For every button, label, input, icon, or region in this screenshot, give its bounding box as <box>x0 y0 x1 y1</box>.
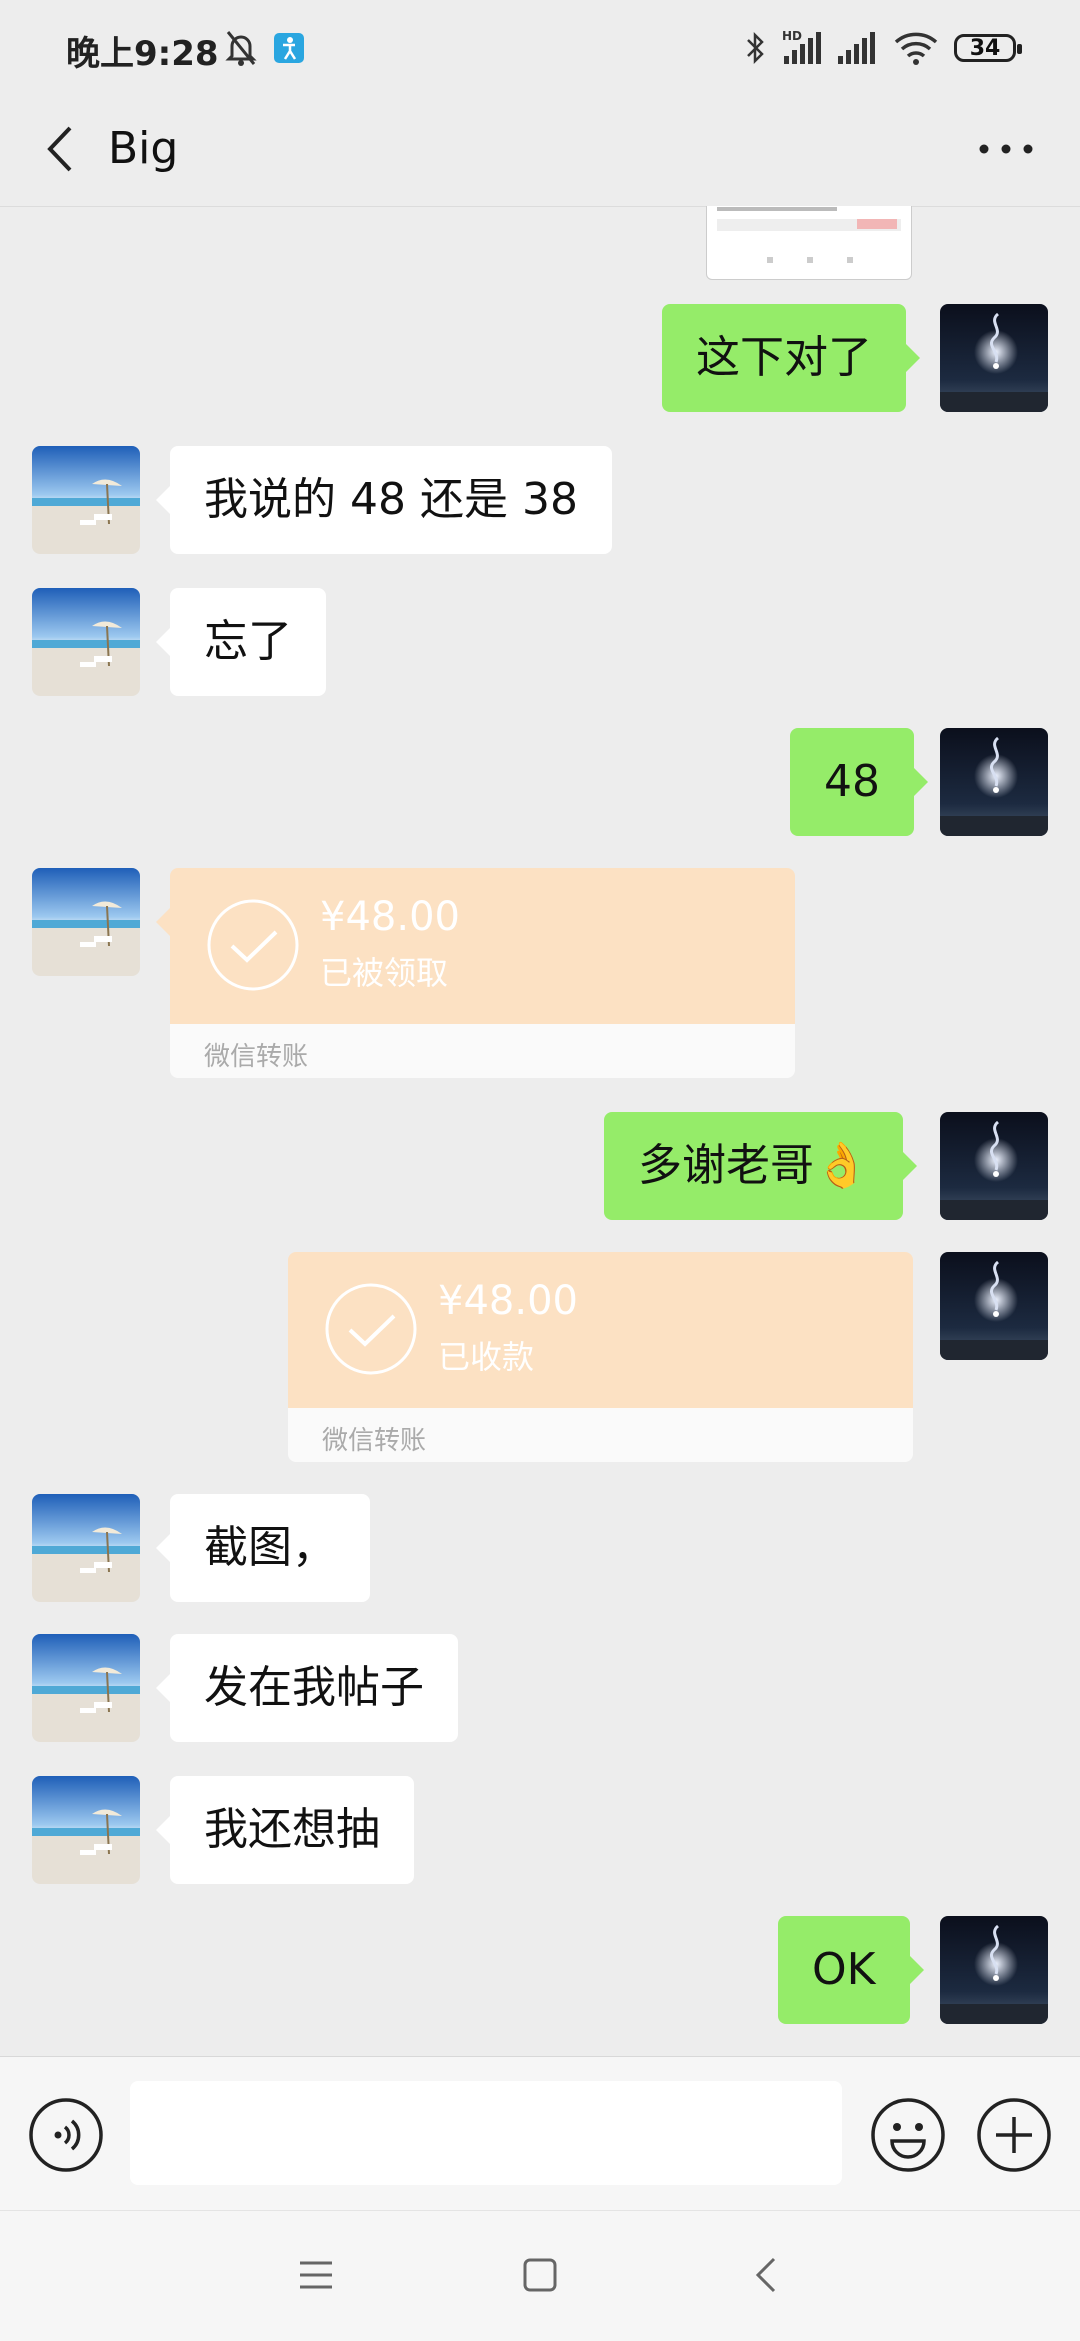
svg-text:HD: HD <box>782 29 802 43</box>
my-avatar[interactable] <box>940 1252 1048 1360</box>
message-bubble-incoming[interactable]: 忘了 <box>156 588 326 696</box>
voice-icon <box>29 2098 103 2172</box>
check-circle-icon <box>207 899 299 991</box>
message-text: 截图， <box>204 1522 336 1573</box>
signal-icon <box>836 28 880 68</box>
my-avatar[interactable] <box>940 1112 1048 1220</box>
my-avatar[interactable] <box>940 728 1048 836</box>
contact-avatar[interactable] <box>32 868 140 976</box>
check-circle-icon <box>325 1283 417 1375</box>
battery-indicator: 34 <box>954 34 1022 62</box>
my-avatar[interactable] <box>940 1916 1048 2024</box>
transfer-card-incoming[interactable]: ¥48.00 已被领取 微信转账 <box>156 868 795 1078</box>
transfer-card-outgoing[interactable]: ¥48.00 已收款 微信转账 <box>288 1252 913 1462</box>
message-bubble-incoming[interactable]: 截图， <box>156 1494 370 1602</box>
home-icon <box>523 2258 557 2292</box>
emoji-icon <box>871 2098 945 2172</box>
more-dots-icon <box>979 144 1033 154</box>
message-text: 这下对了 <box>696 332 872 383</box>
status-time: 晚上9:28 <box>66 34 219 74</box>
home-button[interactable] <box>510 2245 570 2305</box>
message-bubble-incoming[interactable]: 我说的 48 还是 38 <box>156 446 612 554</box>
bluetooth-icon <box>744 28 768 68</box>
message-input[interactable] <box>130 2081 842 2185</box>
contact-avatar[interactable] <box>32 1634 140 1742</box>
my-avatar[interactable] <box>940 304 1048 412</box>
more-functions-button[interactable] <box>976 2097 1052 2173</box>
screenshot-thumbnail[interactable] <box>706 206 912 280</box>
contact-avatar[interactable] <box>32 588 140 696</box>
message-text: OK <box>812 1944 876 1995</box>
contact-avatar[interactable] <box>32 1494 140 1602</box>
transfer-label: 微信转账 <box>204 1042 309 1072</box>
message-text: 忘了 <box>204 616 292 667</box>
voice-input-button[interactable] <box>28 2097 104 2173</box>
emoji-button[interactable] <box>870 2097 946 2173</box>
message-bubble-outgoing[interactable]: 这下对了 <box>662 304 920 412</box>
menu-icon <box>300 2261 332 2289</box>
back-icon <box>755 2257 776 2293</box>
transfer-status: 已被领取 <box>320 954 449 992</box>
message-bubble-incoming[interactable]: 我还想抽 <box>156 1776 414 1884</box>
transfer-amount: ¥48.00 <box>438 1278 578 1324</box>
message-bubble-outgoing[interactable]: 多谢老哥👌 <box>604 1112 917 1220</box>
message-text: 48 <box>824 756 880 807</box>
chat-header: Big <box>0 92 1080 207</box>
message-bubble-outgoing[interactable]: 48 <box>790 728 928 836</box>
message-text: 多谢老哥👌 <box>638 1140 869 1191</box>
transfer-amount: ¥48.00 <box>320 894 460 940</box>
recents-button[interactable] <box>286 2245 346 2305</box>
transfer-label: 微信转账 <box>322 1426 427 1456</box>
back-nav-button[interactable] <box>738 2245 798 2305</box>
transfer-status: 已收款 <box>438 1338 535 1376</box>
message-text: 我还想抽 <box>204 1804 380 1855</box>
message-bubble-outgoing[interactable]: OK <box>778 1916 923 2024</box>
wifi-icon <box>892 28 940 68</box>
status-bar: 晚上9:28 HD 34 <box>0 0 1080 92</box>
chat-title: Big <box>108 123 179 174</box>
input-bar <box>0 2056 1080 2211</box>
message-list[interactable]: 这下对了 我说的 48 还是 38 忘了 48 ¥48.00 已被领取 微信转账… <box>0 206 1080 2056</box>
contact-avatar[interactable] <box>32 1776 140 1884</box>
system-nav-bar <box>0 2210 1080 2341</box>
message-text: 发在我帖子 <box>204 1662 424 1713</box>
contact-avatar[interactable] <box>32 446 140 554</box>
hd-signal-icon: HD <box>780 28 826 68</box>
message-text: 我说的 48 还是 38 <box>204 474 578 525</box>
plus-icon <box>977 2098 1051 2172</box>
message-bubble-incoming[interactable]: 发在我帖子 <box>156 1634 458 1742</box>
accessibility-app-icon <box>274 28 304 68</box>
mute-bell-icon <box>224 28 258 68</box>
back-button[interactable] <box>30 114 100 184</box>
chevron-left-icon <box>47 126 72 172</box>
more-options-button[interactable] <box>966 114 1046 184</box>
